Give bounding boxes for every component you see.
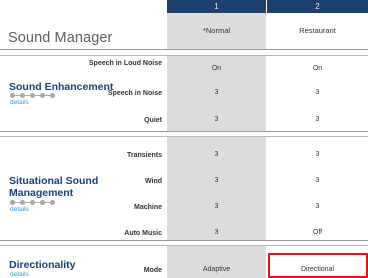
page-title: Sound Manager [8,30,113,46]
value-program-2[interactable]: 3 [267,203,368,210]
value-program-2[interactable]: On [267,65,368,72]
row-label: Speech in Loud Noise [88,60,162,67]
value-program-1[interactable]: 3 [167,229,266,236]
program-2-number: 2 [267,0,368,13]
divider [0,136,368,137]
program-1-name[interactable]: *Normal [167,13,266,49]
value-program-2[interactable]: 3 [267,177,368,184]
value-program-2[interactable]: Off [267,229,368,236]
value-program-2[interactable]: 3 [267,116,368,123]
row-label: Auto Music [124,230,162,237]
value-program-1[interactable]: 3 [167,116,266,123]
divider [0,131,368,132]
row-label: Speech in Noise [107,90,162,97]
value-program-2[interactable]: 3 [267,151,368,158]
divider [0,55,368,56]
value-program-2[interactable]: 3 [267,89,368,96]
program-2-name[interactable]: Restaurant [267,13,368,49]
program-1-number: 1 [167,0,266,13]
value-program-1[interactable]: 3 [167,151,266,158]
value-program-1[interactable]: On [167,65,266,72]
highlight-box [268,253,368,278]
divider [0,245,368,246]
sound-manager-grid: 1 2 Sound Manager *Normal Restaurant Sou… [0,0,368,278]
row-label: Transients [126,152,162,159]
details-link[interactable]: details [10,99,29,106]
value-program-1[interactable]: 3 [167,203,266,210]
row-label: Wind [144,178,162,185]
row-label: Quiet [144,117,162,124]
row-label: Machine [133,204,162,211]
row-label: Mode [143,267,162,274]
program-1-column-bg [167,245,266,278]
divider [0,49,368,50]
value-program-1[interactable]: Adaptive [167,266,266,273]
value-program-1[interactable]: 3 [167,177,266,184]
divider [0,240,368,241]
value-program-1[interactable]: 3 [167,89,266,96]
